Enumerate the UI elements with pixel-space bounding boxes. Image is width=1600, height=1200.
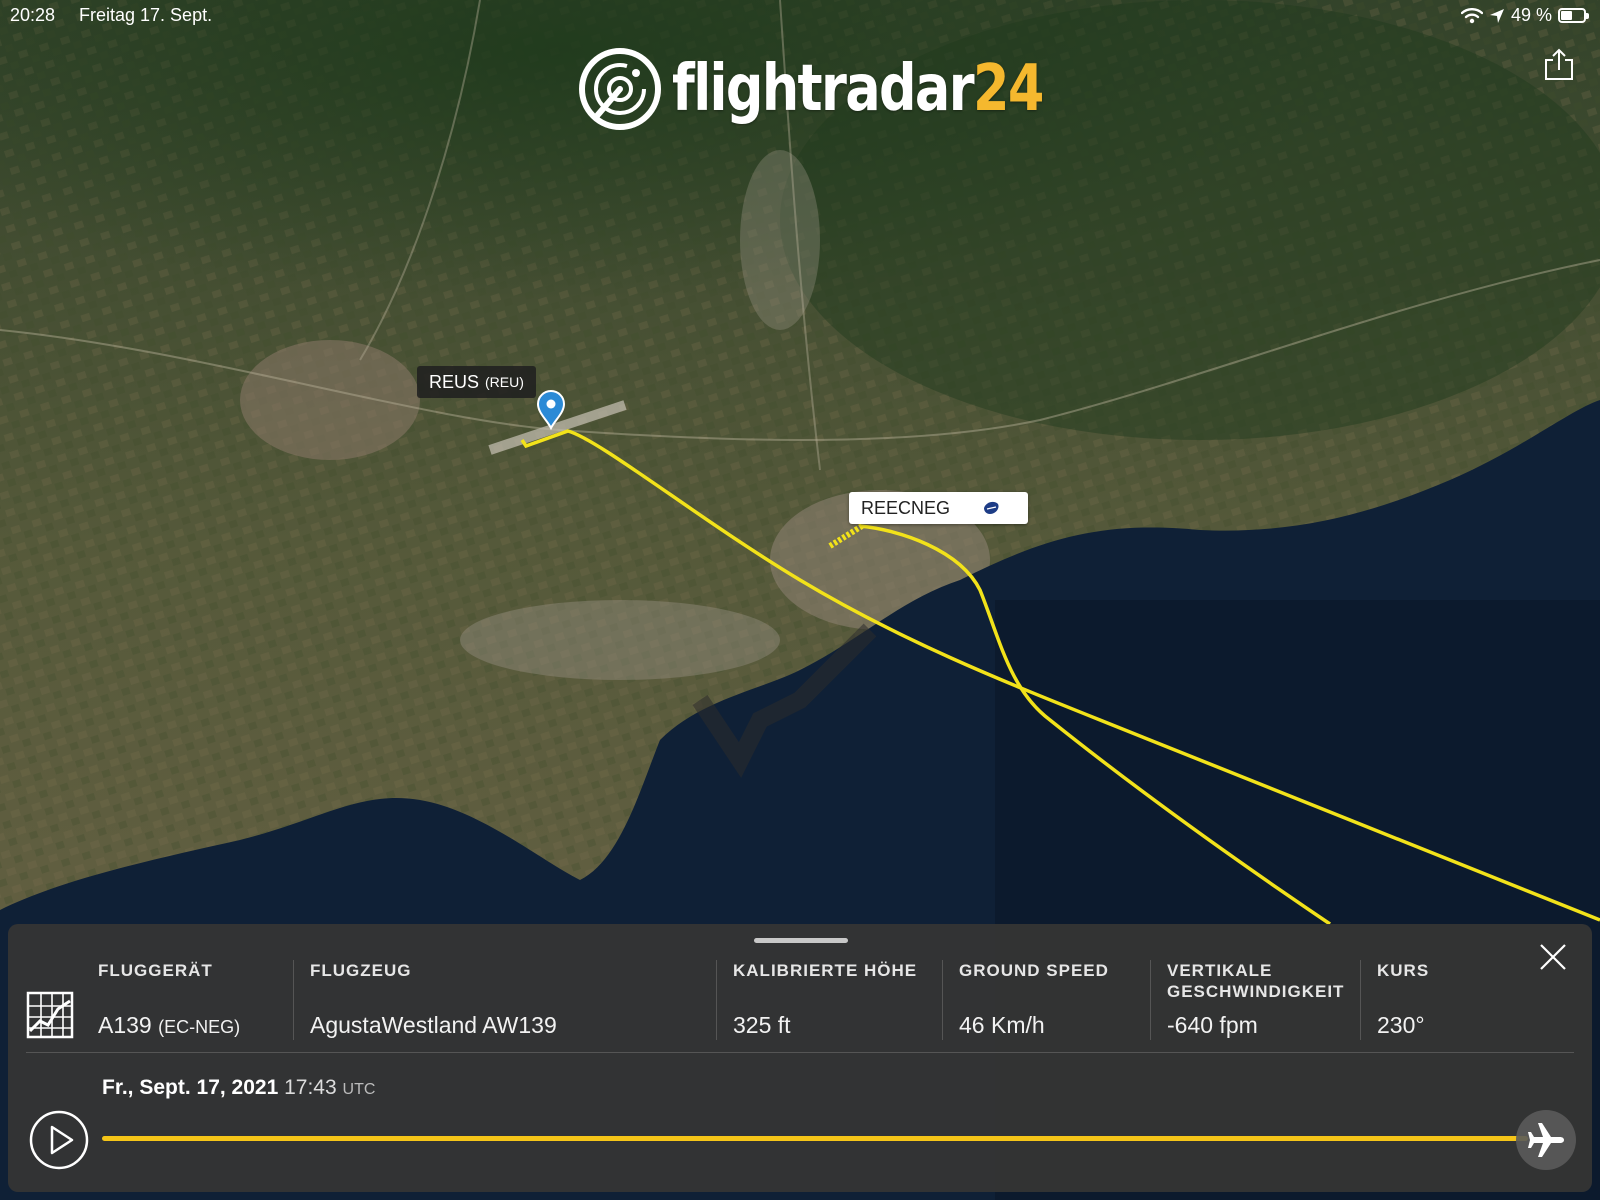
info-title-line2: GESCHWINDIGKEIT — [1167, 982, 1345, 1001]
info-value: 46 Km/h — [959, 1012, 1045, 1038]
timeline-scrubber[interactable] — [1516, 1110, 1576, 1170]
flight-label[interactable]: REECNEG — [849, 492, 1028, 524]
panel-grab-handle[interactable] — [754, 938, 848, 943]
playback-date: Fr., Sept. 17, 2021 — [102, 1076, 279, 1099]
industrial-area — [460, 600, 780, 680]
info-value: 230° — [1377, 1012, 1425, 1038]
info-title-line1: VERTIKALE — [1167, 961, 1273, 980]
logo-text-number: 24 — [972, 52, 1044, 126]
graph-icon[interactable] — [26, 991, 74, 1039]
status-time: 20:28 — [10, 5, 56, 25]
airline-logo-icon — [984, 501, 999, 514]
close-icon[interactable] — [1538, 942, 1568, 972]
playback-time: 17:43 — [284, 1076, 337, 1099]
info-title: VERTIKALE GESCHWINDIGKEIT — [1167, 960, 1344, 1002]
status-date: Freitag 17. Sept. — [79, 5, 213, 25]
playback-timeline[interactable] — [102, 1136, 1528, 1141]
info-title: FLUGGERÄT — [98, 961, 213, 980]
aircraft-type-code: A139 — [98, 1012, 152, 1038]
airport-name: REUS — [429, 371, 480, 392]
airplane-icon — [1528, 1123, 1564, 1157]
wifi-icon — [1460, 7, 1483, 23]
location-arrow-icon — [1489, 8, 1504, 23]
info-vertical-speed: VERTIKALE GESCHWINDIGKEIT -640 fpm — [1150, 960, 1360, 1040]
info-aircraft-type: FLUGGERÄT A139 (EC-NEG) — [82, 960, 286, 1040]
flight-callsign: REECNEG — [861, 497, 951, 518]
logo-text-main: flightradar — [672, 52, 975, 126]
info-value: 325 ft — [733, 1012, 791, 1038]
info-title: GROUND SPEED — [959, 961, 1109, 980]
airport-code: (REU) — [485, 374, 524, 390]
info-altitude: KALIBRIERTE HÖHE 325 ft — [716, 960, 942, 1040]
playback-timestamp: Fr., Sept. 17, 2021 17:43 UTC — [102, 1076, 375, 1100]
info-value: -640 fpm — [1167, 1012, 1258, 1038]
city-reus — [240, 340, 420, 460]
flight-info-panel: FLUGGERÄT A139 (EC-NEG) FLUGZEUG AgustaW… — [8, 924, 1592, 1192]
play-icon[interactable] — [28, 1109, 90, 1171]
info-value: A139 (EC-NEG) — [98, 1012, 240, 1039]
radar-logo-icon — [579, 48, 661, 130]
industrial-area-north — [740, 150, 820, 330]
info-aircraft: FLUGZEUG AgustaWestland AW139 — [293, 960, 717, 1040]
panel-divider — [26, 1052, 1574, 1053]
info-ground-speed: GROUND SPEED 46 Km/h — [942, 960, 1150, 1040]
info-heading: KURS 230° — [1360, 960, 1540, 1040]
airport-label[interactable]: REUS (REU) — [417, 366, 536, 398]
battery-icon — [1558, 8, 1589, 23]
battery-percent: 49 % — [1510, 5, 1552, 25]
share-icon[interactable] — [1542, 48, 1576, 82]
battery-fill — [1561, 11, 1572, 20]
playback-timezone: UTC — [342, 1081, 376, 1098]
aircraft-registration: (EC-NEG) — [158, 1017, 241, 1037]
info-title: KALIBRIERTE HÖHE — [733, 961, 918, 980]
info-title: KURS — [1377, 961, 1430, 980]
info-value: AgustaWestland AW139 — [310, 1012, 557, 1038]
status-indicators: 49 % — [1460, 5, 1589, 26]
logo-wordmark: flightradar24 — [672, 52, 1044, 126]
info-title: FLUGZEUG — [310, 961, 412, 980]
flightradar24-logo: flightradar24 — [578, 44, 1124, 134]
status-bar: 20:28 Freitag 17. Sept. 49 % — [0, 0, 1600, 32]
